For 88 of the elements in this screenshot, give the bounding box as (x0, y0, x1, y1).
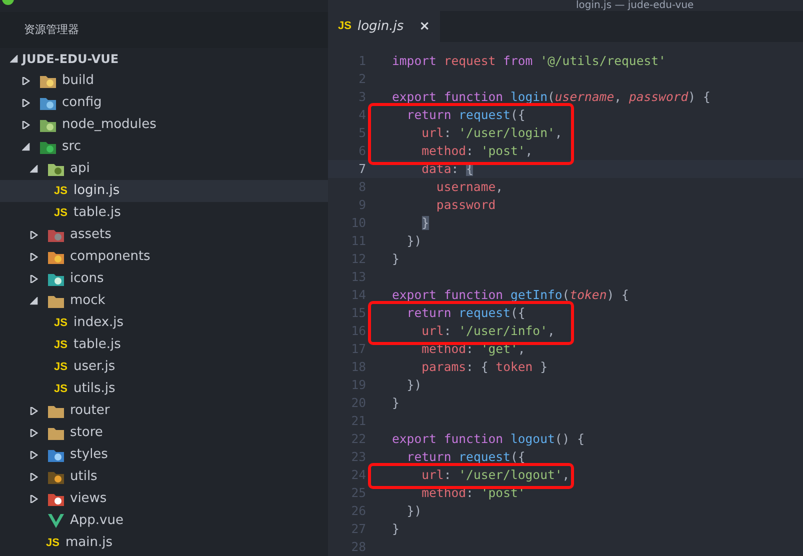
editor-tab[interactable]: JS login.js × (328, 10, 440, 42)
code-line: method: 'post' (420, 485, 526, 502)
collapsed-caret-icon[interactable] (30, 275, 38, 283)
code-line: url: '/user/info', (420, 323, 555, 340)
tree-item[interactable]: build (0, 70, 328, 92)
tree-item[interactable]: App.vue (0, 510, 328, 532)
folder-icon (48, 404, 64, 418)
line-number: 7 (358, 161, 366, 178)
code-line: export function getInfo(token) { (391, 287, 629, 304)
collapsed-caret-icon[interactable] (22, 77, 30, 85)
js-file-icon: JS (54, 204, 68, 222)
tree-item[interactable]: store (0, 422, 328, 444)
js-file-icon: JS (54, 358, 68, 376)
collapsed-caret-icon[interactable] (30, 451, 38, 459)
code-line: } (391, 251, 400, 268)
tree-item[interactable]: views (0, 488, 328, 510)
tree-item[interactable]: JS login.js (0, 180, 328, 202)
tree-item[interactable]: utils (0, 466, 328, 488)
code-line: export function login(username, password) { (391, 89, 710, 106)
folder-icon (48, 492, 64, 506)
folder-icon (48, 426, 64, 440)
expanded-caret-icon[interactable] (22, 143, 30, 151)
code-line: params: { token } (420, 359, 548, 376)
folder-icon (40, 118, 56, 132)
open-folder-icon (48, 162, 64, 176)
v-logo-icon (48, 514, 64, 528)
collapsed-caret-icon[interactable] (30, 495, 38, 503)
tree-item[interactable]: api (0, 158, 328, 180)
tree-item[interactable]: JUDE-EDU-VUE (0, 48, 328, 70)
js-file-icon: JS (54, 336, 68, 354)
tree-item[interactable]: JS user.js (0, 356, 328, 378)
sidebar-title: 资源管理器 (24, 22, 79, 38)
code-line: method: 'get', (420, 341, 526, 358)
folder-icon (48, 470, 64, 484)
js-file-icon: JS (54, 380, 68, 398)
collapsed-caret-icon[interactable] (30, 473, 38, 481)
collapsed-caret-icon[interactable] (22, 121, 30, 129)
tree-item[interactable]: src (0, 136, 328, 158)
expanded-caret-icon[interactable] (30, 297, 38, 305)
folder-icon (40, 96, 56, 110)
code-line: return request({ (406, 449, 526, 466)
js-file-icon: JS (338, 18, 352, 35)
code-line: } (391, 521, 400, 538)
open-folder-icon (40, 140, 56, 154)
collapsed-caret-icon[interactable] (30, 407, 38, 415)
tree-item[interactable]: config (0, 92, 328, 114)
tree-item[interactable]: mock (0, 290, 328, 312)
expanded-caret-icon[interactable] (30, 165, 38, 173)
tree-item[interactable]: assets (0, 224, 328, 246)
tree-item[interactable]: JS utils.js (0, 378, 328, 400)
tree-item[interactable]: JS table.js (0, 334, 328, 356)
code-line: url: '/user/login', (420, 125, 562, 142)
tree-item[interactable]: styles (0, 444, 328, 466)
code-line: password (435, 197, 496, 214)
collapsed-caret-icon[interactable] (30, 429, 38, 437)
js-file-icon: JS (46, 534, 60, 552)
expanded-caret-icon[interactable] (10, 55, 18, 63)
code-line: export function logout() { (391, 431, 585, 448)
tree-item[interactable]: icons (0, 268, 328, 290)
window-title: login.js — jude-edu-vue (576, 0, 694, 11)
collapsed-caret-icon[interactable] (30, 253, 38, 261)
code-line: return request({ (406, 107, 526, 124)
folder-icon (48, 250, 64, 264)
code-line: }) (406, 503, 422, 520)
folder-icon (40, 74, 56, 88)
tree-item[interactable]: router (0, 400, 328, 422)
js-file-icon: JS (54, 314, 68, 332)
tree-item[interactable]: components (0, 246, 328, 268)
js-file-icon: JS (54, 182, 68, 200)
code-line: }) (406, 233, 422, 250)
code-line: username, (435, 179, 504, 196)
code-line: } (391, 395, 400, 412)
close-button[interactable]: × (419, 16, 430, 36)
code-line: return request({ (406, 305, 526, 322)
tree-item[interactable]: JS index.js (0, 312, 328, 334)
tree-item[interactable]: JS main.js (0, 532, 328, 554)
folder-icon (48, 272, 64, 286)
tree-item[interactable]: node_modules (0, 114, 328, 136)
code-line: method: 'post', (420, 143, 533, 160)
code-line: }) (406, 377, 422, 394)
code-line: import request from '@/utils/request' (391, 53, 666, 70)
folder-icon (48, 228, 64, 242)
open-folder-icon (48, 294, 64, 308)
code-line: url: '/user/logout', (420, 467, 570, 484)
collapsed-caret-icon[interactable] (30, 231, 38, 239)
tree-item[interactable]: JS table.js (0, 202, 328, 224)
folder-icon (48, 448, 64, 462)
collapsed-caret-icon[interactable] (22, 99, 30, 107)
